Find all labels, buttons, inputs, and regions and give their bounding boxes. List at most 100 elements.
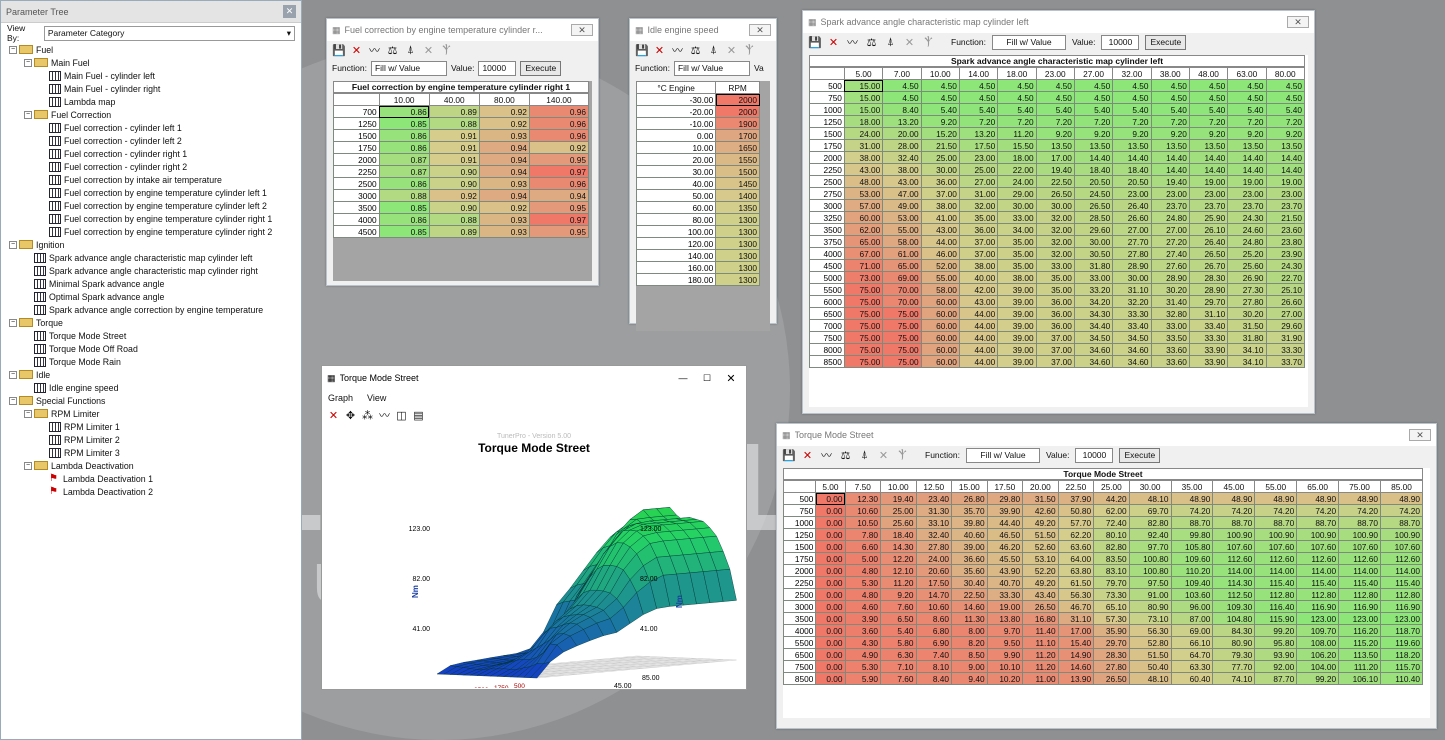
table-cell[interactable]: 39.00	[997, 319, 1037, 332]
table-cell[interactable]: 36.00	[920, 175, 960, 188]
table-cell[interactable]: 0.94	[478, 153, 530, 166]
column-header[interactable]: 38.00	[1150, 67, 1190, 80]
table-cell[interactable]: 7.20	[958, 115, 999, 128]
table-cell[interactable]: 12.10	[880, 564, 917, 577]
execute-button[interactable]: Execute	[520, 60, 562, 76]
tree-item[interactable]: ⚑ Lambda Deactivation 1	[5, 472, 297, 485]
collapse-icon[interactable]: −	[24, 58, 32, 67]
table-cell[interactable]: 100.90	[1254, 528, 1298, 541]
table-cell[interactable]: 5.40	[880, 624, 917, 637]
table-cell[interactable]: 73.10	[1128, 612, 1172, 625]
table-cell[interactable]: 88.70	[1212, 516, 1256, 529]
table-cell[interactable]: 58.00	[920, 283, 960, 296]
row-header[interactable]: 160.00	[635, 261, 717, 274]
table-cell[interactable]: 80.10	[1093, 528, 1130, 541]
row-header[interactable]: 3500	[809, 223, 845, 236]
table-cell[interactable]: 44.00	[958, 307, 999, 320]
table-cell[interactable]: 60.00	[920, 307, 960, 320]
table-cell[interactable]: 37.00	[958, 247, 999, 260]
tree-item[interactable]: Torque Mode Street	[5, 329, 297, 342]
table-cell[interactable]: 33.60	[1150, 355, 1190, 368]
table-cell[interactable]: 39.00	[997, 355, 1037, 368]
table-cell[interactable]: 24.30	[1227, 211, 1267, 224]
table-cell[interactable]: 18.40	[1073, 163, 1114, 176]
table-cell[interactable]: 4.50	[1227, 79, 1267, 92]
table-cell[interactable]: 0.00	[815, 528, 846, 541]
row-header[interactable]: 80.00	[635, 213, 717, 226]
table-cell[interactable]: 26.40	[1112, 199, 1152, 212]
table-cell[interactable]: 0.97	[528, 165, 590, 178]
table-cell[interactable]: 31.90	[1265, 331, 1306, 344]
table-cell[interactable]: 27.00	[958, 175, 999, 188]
table-cell[interactable]: 107.60	[1379, 540, 1424, 553]
column-header[interactable]: 65.00	[1296, 480, 1340, 493]
row-header[interactable]: 60.00	[635, 201, 717, 214]
table-cell[interactable]: 34.10	[1227, 343, 1267, 356]
table-cell[interactable]: 1700	[715, 129, 760, 142]
table-cell[interactable]: 74.20	[1296, 504, 1340, 517]
column-header[interactable]: 20.00	[1022, 480, 1059, 493]
table-cell[interactable]: 69.00	[882, 271, 922, 284]
table-cell[interactable]: 33.90	[1188, 355, 1229, 368]
table-cell[interactable]: 9.90	[986, 648, 1024, 661]
row-header[interactable]: 1750	[809, 139, 845, 152]
table-cell[interactable]: 38.00	[958, 259, 999, 272]
table-cell[interactable]: 23.00	[1150, 187, 1190, 200]
table-cell[interactable]: 114.00	[1379, 564, 1424, 577]
table-cell[interactable]: 46.00	[920, 247, 960, 260]
table-cell[interactable]: 115.40	[1296, 576, 1340, 589]
table-cell[interactable]: 4.50	[1112, 91, 1152, 104]
table-cell[interactable]: 0.00	[815, 624, 846, 637]
table-cell[interactable]: 14.40	[1150, 151, 1190, 164]
table-cell[interactable]: 55.00	[882, 223, 922, 236]
table-cell[interactable]: 51.50	[1022, 528, 1059, 541]
table-cell[interactable]: 114.00	[1338, 564, 1381, 577]
table-cell[interactable]: 0.00	[815, 492, 846, 505]
tree-item[interactable]: Fuel correction by engine temperature cy…	[5, 212, 297, 225]
row-header[interactable]: 2000	[782, 564, 817, 577]
table-cell[interactable]: 8.40	[915, 672, 953, 685]
table-cell[interactable]: 26.80	[951, 492, 988, 505]
column-header[interactable]: 17.50	[986, 480, 1024, 493]
table-cell[interactable]: 4.50	[1035, 91, 1075, 104]
table-cell[interactable]: 27.80	[1112, 247, 1152, 260]
table-cell[interactable]: 0.85	[378, 225, 430, 238]
table-cell[interactable]: 48.90	[1379, 492, 1424, 505]
tree-item[interactable]: Fuel correction - cylinder right 1	[5, 147, 297, 160]
table-cell[interactable]: 29.80	[986, 492, 1024, 505]
table-cell[interactable]: 36.00	[1035, 307, 1075, 320]
table-cell[interactable]: 74.20	[1379, 504, 1424, 517]
table-cell[interactable]: 63.30	[1170, 660, 1214, 673]
table-cell[interactable]: 60.00	[920, 355, 960, 368]
minimize-button[interactable]: —	[673, 373, 693, 383]
table-cell[interactable]: 1450	[715, 177, 760, 190]
view-by-select[interactable]: Parameter Category ▾	[43, 25, 295, 41]
table-cell[interactable]: 116.90	[1379, 600, 1424, 613]
table-cell[interactable]: 4.60	[844, 600, 882, 613]
compare-icon[interactable]: ⚖	[386, 44, 399, 57]
table-cell[interactable]: 0.88	[378, 189, 430, 202]
table-cell[interactable]: 43.00	[882, 175, 922, 188]
execute-button[interactable]: Execute	[1145, 34, 1187, 50]
table-cell[interactable]: 4.50	[1150, 91, 1190, 104]
tree-item[interactable]: − Fuel Correction	[5, 108, 297, 121]
table-cell[interactable]: 0.00	[815, 564, 846, 577]
clear-icon[interactable]: ✕	[725, 44, 738, 57]
table-cell[interactable]: 20.50	[1112, 175, 1152, 188]
table-cell[interactable]: 43.00	[958, 295, 999, 308]
table-cell[interactable]: 112.60	[1296, 552, 1340, 565]
table-cell[interactable]: 35.00	[958, 211, 999, 224]
table-cell[interactable]: 0.00	[815, 588, 846, 601]
table-cell[interactable]: 23.70	[1227, 199, 1267, 212]
column-header[interactable]: 32.00	[1112, 67, 1152, 80]
table-cell[interactable]: 47.00	[882, 187, 922, 200]
table-cell[interactable]: 92.40	[1128, 528, 1172, 541]
table-cell[interactable]: 114.00	[1212, 564, 1256, 577]
table-cell[interactable]: 0.00	[815, 672, 846, 685]
table-cell[interactable]: 4.50	[1150, 79, 1190, 92]
tree-item[interactable]: Torque Mode Off Road	[5, 342, 297, 355]
table-cell[interactable]: 5.40	[920, 103, 960, 116]
table-cell[interactable]: 74.20	[1170, 504, 1214, 517]
table-cell[interactable]: 44.00	[958, 355, 999, 368]
table-cell[interactable]: 6.80	[915, 624, 953, 637]
